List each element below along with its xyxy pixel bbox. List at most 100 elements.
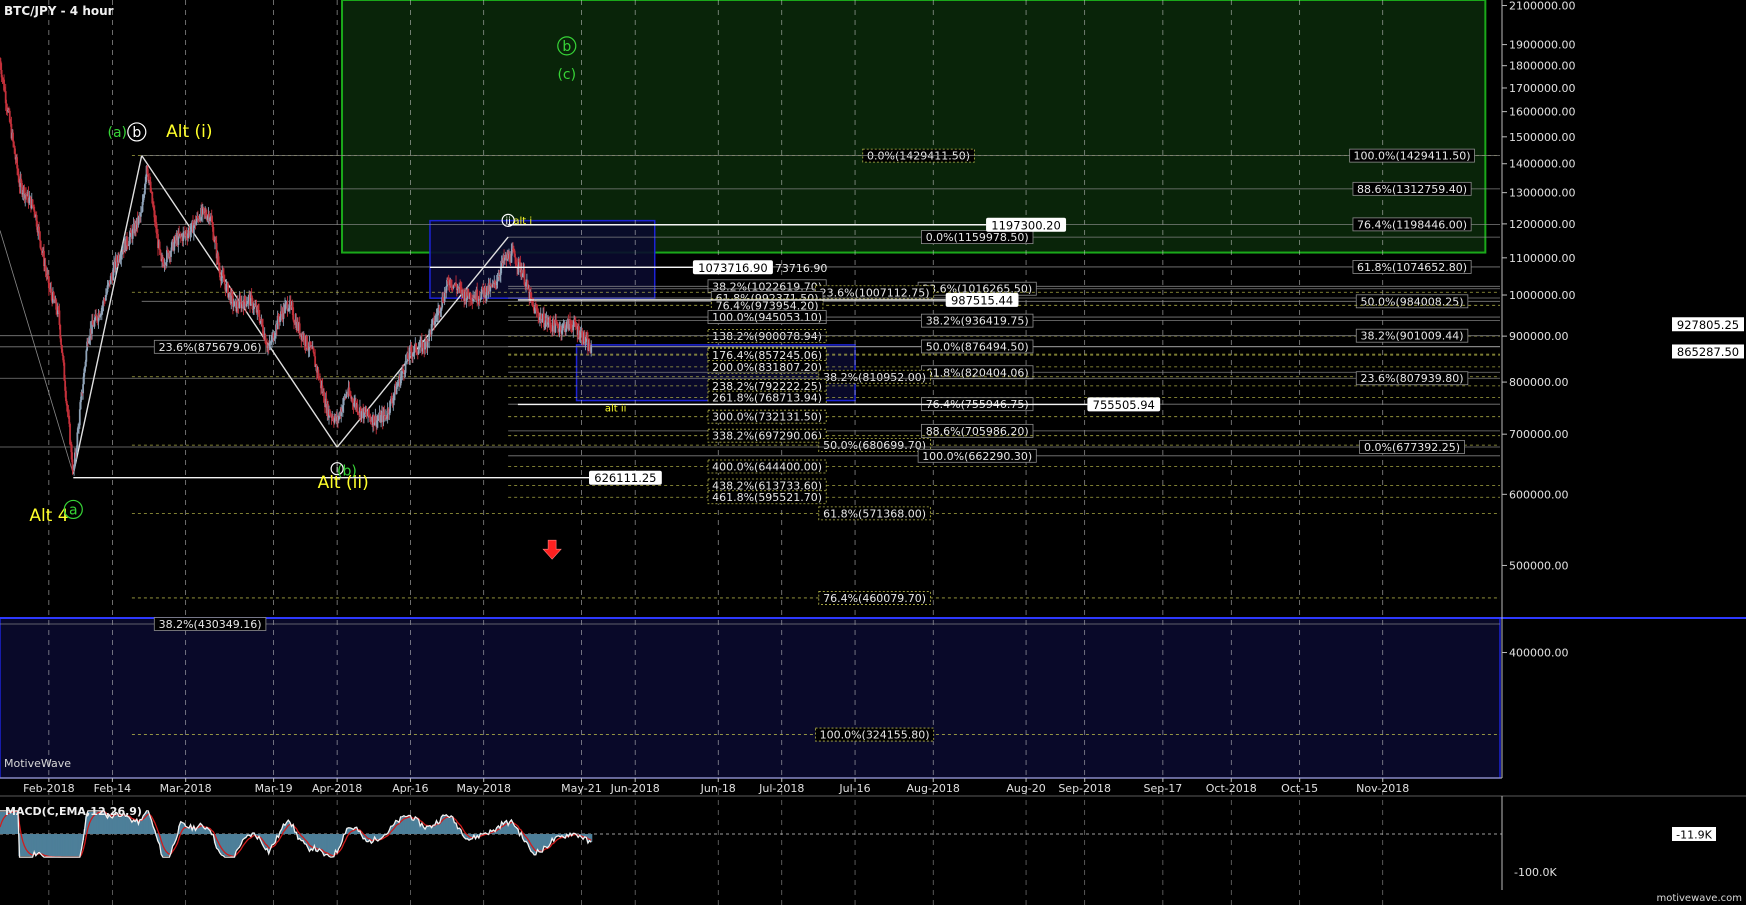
x-tick-label: Feb-2018 bbox=[23, 782, 74, 795]
x-tick-label: Apr-16 bbox=[392, 782, 428, 795]
y-tick-label: 1400000.00 bbox=[1509, 158, 1575, 171]
fib-label: 138.2%(900078.94) bbox=[712, 330, 822, 343]
wave-label: a bbox=[69, 502, 78, 518]
fib-label: 76.4%(460079.70) bbox=[823, 592, 926, 605]
watermark: MotiveWave bbox=[4, 757, 71, 770]
candle-body bbox=[190, 223, 193, 231]
y-tick-label: 400000.00 bbox=[1509, 647, 1569, 660]
wave-label: Alt (i) bbox=[166, 122, 212, 142]
x-tick-label: Jun-2018 bbox=[610, 782, 660, 795]
price-tag: 626111.25 bbox=[594, 471, 656, 485]
fib-label: 38.2%(936419.75) bbox=[926, 315, 1029, 328]
fib-label: 23.6%(875679.06) bbox=[159, 341, 262, 354]
x-tick-label: Apr-2018 bbox=[312, 782, 362, 795]
candle-body bbox=[39, 231, 41, 241]
fib-label: 300.0%(732131.50) bbox=[712, 411, 822, 424]
candle-body bbox=[31, 199, 34, 206]
candle-body bbox=[424, 340, 426, 350]
candle-body bbox=[306, 335, 308, 348]
price-tag: 987515.44 bbox=[951, 293, 1013, 307]
y-tick-label: 1200000.00 bbox=[1509, 218, 1575, 231]
y-tick-label: 1800000.00 bbox=[1509, 60, 1575, 73]
x-tick-label: Nov-2018 bbox=[1356, 782, 1409, 795]
fib-label: 0.0%(1159978.50) bbox=[926, 231, 1029, 244]
chart-title: BTC/JPY - 4 hour bbox=[4, 4, 114, 18]
macd-tick-label: -100.0K bbox=[1514, 866, 1557, 879]
candle-body bbox=[532, 305, 535, 307]
fib-label: 38.2%(810952.00) bbox=[823, 371, 926, 384]
y-tick-label: 500000.00 bbox=[1509, 559, 1569, 572]
candle-body bbox=[303, 335, 306, 345]
fib-label: 0.0%(1429411.50) bbox=[867, 150, 970, 163]
candle-body bbox=[356, 404, 359, 413]
y-tick-label: 900000.00 bbox=[1509, 330, 1569, 343]
y-tick-label: 800000.00 bbox=[1509, 376, 1569, 389]
y-tick-label: 700000.00 bbox=[1509, 428, 1569, 441]
wave-label: alt ii bbox=[605, 403, 627, 414]
axis-tag: 927805.25 bbox=[1677, 318, 1739, 332]
y-tick-label: 1300000.00 bbox=[1509, 187, 1575, 200]
btc-jpy-chart[interactable]: 0.0%(1429411.50) 100.0%(1429411.50) 88.6%(… bbox=[0, 0, 1746, 905]
candle-body bbox=[76, 432, 79, 449]
candle-body bbox=[60, 338, 62, 345]
x-tick-label: Jun-18 bbox=[700, 782, 736, 795]
fib-label: 100.0%(1429411.50) bbox=[1354, 150, 1471, 163]
price-tag-overlap: 73716.90 bbox=[775, 262, 828, 275]
wave-label: b bbox=[132, 125, 141, 141]
wave-label: Alt 4 bbox=[29, 506, 68, 526]
x-tick-label: Jul-2018 bbox=[758, 782, 804, 795]
x-tick-label: Jul-16 bbox=[838, 782, 870, 795]
y-tick-label: 1500000.00 bbox=[1509, 131, 1575, 144]
candle-body bbox=[223, 281, 226, 285]
x-tick-label: May-21 bbox=[561, 782, 602, 795]
candle-body bbox=[417, 349, 420, 355]
fib-label: 338.2%(697290.06) bbox=[712, 430, 822, 443]
footer-brand: motivewave.com bbox=[1656, 893, 1742, 904]
fib-label: 76.4%(1198446.00) bbox=[1357, 218, 1467, 231]
macd-current-tag: -11.9K bbox=[1676, 829, 1712, 842]
candle-body bbox=[38, 226, 40, 232]
candle-body bbox=[481, 286, 484, 291]
candle-body bbox=[245, 303, 248, 307]
candle-body bbox=[139, 212, 142, 217]
fib-label: 61.8%(820404.06) bbox=[926, 366, 1029, 379]
candle-body bbox=[590, 345, 593, 353]
wave-label: b bbox=[562, 39, 571, 55]
y-tick-label: 1900000.00 bbox=[1509, 39, 1575, 52]
fib-label: 88.6%(1312759.40) bbox=[1357, 183, 1467, 196]
fib-label: 400.0%(644400.00) bbox=[712, 460, 822, 473]
fib-label: 100.0%(662290.30) bbox=[922, 450, 1032, 463]
y-tick-label: 1000000.00 bbox=[1509, 289, 1575, 302]
fib-label: 100.0%(945053.10) bbox=[712, 311, 822, 324]
x-tick-label: Mar-2018 bbox=[160, 782, 212, 795]
blue-zone-bottom bbox=[0, 617, 1501, 779]
y-tick-label: 1600000.00 bbox=[1509, 106, 1575, 119]
candle-body bbox=[58, 310, 61, 325]
fib-label: 23.6%(807939.80) bbox=[1361, 372, 1464, 385]
wave-label: (b) bbox=[337, 463, 357, 479]
fib-label: 50.0%(876494.50) bbox=[926, 340, 1029, 353]
x-tick-label: Sep-2018 bbox=[1058, 782, 1111, 795]
x-tick-label: Feb-14 bbox=[94, 782, 131, 795]
x-tick-label: May-2018 bbox=[456, 782, 511, 795]
fib-label: 0.0%(677392.25) bbox=[1364, 441, 1460, 454]
macd-title: MACD(C,EMA,12,26,9) bbox=[5, 805, 142, 818]
x-tick-label: Aug-20 bbox=[1006, 782, 1045, 795]
x-tick-label: Mar-19 bbox=[255, 782, 293, 795]
x-tick-label: Sep-17 bbox=[1144, 782, 1183, 795]
wave-label: (c) bbox=[557, 67, 576, 83]
candle-body bbox=[581, 330, 584, 342]
candle-body bbox=[28, 197, 31, 204]
y-tick-label: 1100000.00 bbox=[1509, 252, 1575, 265]
fib-label: 50.0%(984008.25) bbox=[1361, 295, 1464, 308]
price-tag: 1073716.90 bbox=[698, 261, 768, 275]
fib-label: 23.6%(1007112.75) bbox=[820, 286, 930, 299]
wave-label: alt i bbox=[513, 216, 532, 227]
candle-body bbox=[244, 296, 247, 302]
candle-body bbox=[523, 269, 526, 285]
axis-tag: 865287.50 bbox=[1677, 345, 1739, 359]
fib-label: 38.2%(430349.16) bbox=[159, 618, 262, 631]
x-tick-label: Oct-2018 bbox=[1206, 782, 1257, 795]
y-tick-label: 600000.00 bbox=[1509, 488, 1569, 501]
fib-label: 38.2%(901009.44) bbox=[1361, 330, 1464, 343]
